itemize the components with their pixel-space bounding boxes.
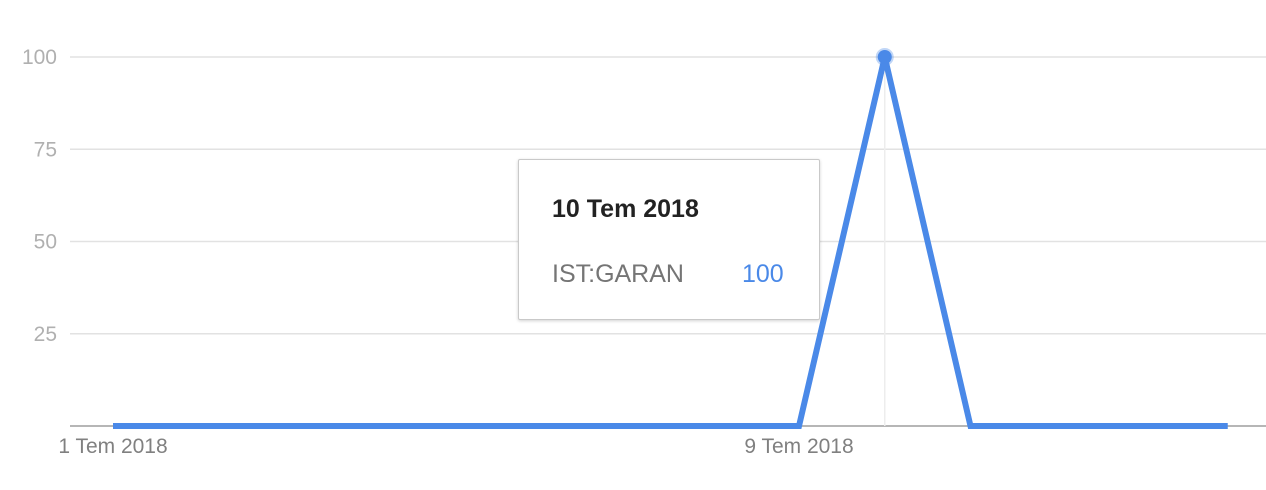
chart-tooltip: 10 Tem 2018 IST:GARAN 100 <box>518 159 820 320</box>
y-tick-label: 100 <box>22 46 57 69</box>
tooltip-value: 100 <box>742 260 784 288</box>
data-point <box>968 423 974 429</box>
tooltip-series-label: IST:GARAN <box>552 260 684 288</box>
y-tick-label: 75 <box>34 138 57 161</box>
data-point <box>110 423 116 429</box>
data-point <box>1139 423 1145 429</box>
x-tick-label: 9 Tem 2018 <box>744 435 853 458</box>
data-point <box>1225 423 1231 429</box>
data-point <box>282 423 288 429</box>
data-point <box>367 423 373 429</box>
data-point <box>196 423 202 429</box>
x-tick-label: 1 Tem 2018 <box>58 435 167 458</box>
highlighted-data-point <box>875 48 894 66</box>
data-point <box>796 423 802 429</box>
data-point <box>710 423 716 429</box>
data-point <box>625 423 631 429</box>
y-tick-label: 25 <box>34 323 57 346</box>
y-tick-label: 50 <box>34 231 57 254</box>
chart: 25 50 75 100 1 Tem 2018 9 Tem 2018 10 Tem 201… <box>0 0 1266 490</box>
tooltip-date: 10 Tem 2018 <box>552 195 699 223</box>
data-point <box>1053 423 1059 429</box>
data-point <box>539 423 545 429</box>
data-point <box>453 423 459 429</box>
